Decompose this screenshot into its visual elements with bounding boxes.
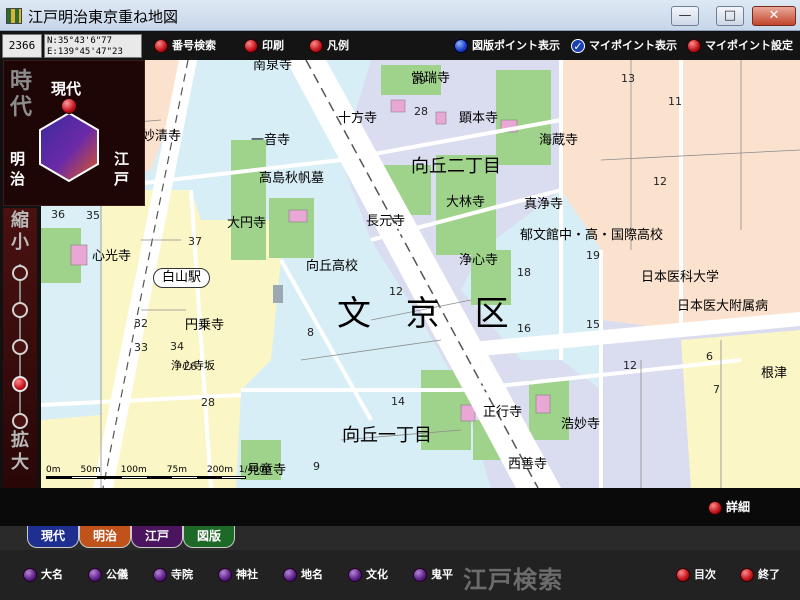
- era-tabs: 現代 明治 江戸 図版: [0, 526, 800, 550]
- label-jippoji[interactable]: 十方寺: [338, 107, 377, 126]
- bottom-bar: 大名 公儀 寺院 神社 地名 文化 鬼平 江戸検索 目次 終了: [0, 550, 800, 600]
- label-kenponji[interactable]: 顕本寺: [459, 107, 498, 126]
- map-number: 2366: [2, 34, 42, 58]
- maximize-button[interactable]: □: [716, 6, 744, 26]
- district-label-2: 向丘二丁目: [411, 156, 501, 177]
- base-point-toggle[interactable]: 図版ポイント表示: [454, 37, 560, 55]
- title-bar: 江戸明治東京重ね地図 — □ ✕: [0, 0, 800, 31]
- checkmark-icon: ✓: [571, 39, 585, 53]
- label-myoseiji[interactable]: 妙清寺: [142, 125, 181, 144]
- ward-label: 文 京 区: [337, 294, 521, 334]
- label-daienji[interactable]: 大円寺: [227, 212, 266, 231]
- detail-button[interactable]: 詳細: [708, 498, 750, 515]
- coordinate-box: 2366 N:35°43'6"77 E:139°45'47"23: [2, 34, 142, 58]
- scale-bar: 0m 50m 100m 75m 200m 1/4000: [46, 465, 270, 479]
- latitude: N:35°43'6"77: [47, 36, 113, 46]
- close-button[interactable]: ✕: [752, 6, 796, 26]
- zoom-step-4[interactable]: [12, 376, 28, 392]
- era-title: 時代: [10, 69, 33, 120]
- tab-edo[interactable]: 江戸: [131, 526, 183, 548]
- purple-dot-icon: [413, 568, 427, 582]
- purple-dot-icon: [23, 568, 37, 582]
- longitude: E:139°45'47"23: [47, 47, 123, 57]
- label-nanzenji[interactable]: 南泉寺: [253, 60, 292, 73]
- zoom-step-1[interactable]: [12, 265, 28, 281]
- red-dot-icon: [708, 500, 722, 515]
- zoom-step-2[interactable]: [12, 302, 28, 318]
- era-label-meiji[interactable]: 明治: [10, 149, 30, 189]
- legend-button[interactable]: 凡例: [309, 37, 349, 55]
- category-daimyo-button[interactable]: 大名: [23, 568, 63, 582]
- category-placename-button[interactable]: 地名: [283, 568, 323, 582]
- label-nms-hosp[interactable]: 日本医大附属病: [677, 295, 768, 314]
- label-nms-univ[interactable]: 日本医科大学: [641, 266, 719, 285]
- lat-lon-readout: N:35°43'6"77 E:139°45'47"23: [44, 34, 142, 58]
- red-dot-icon: [687, 39, 701, 53]
- label-shogyoji[interactable]: 正行寺: [483, 401, 522, 420]
- label-shinkoji[interactable]: 心光寺: [92, 245, 131, 264]
- zoom-step-3[interactable]: [12, 339, 28, 355]
- station-label[interactable]: 白山駅: [153, 268, 211, 288]
- label-chogenji[interactable]: 長元寺: [366, 210, 405, 229]
- era-label-edo[interactable]: 江戸: [114, 149, 134, 189]
- era-selector-panel[interactable]: 時代 現代 明治 江戸: [3, 60, 145, 206]
- app-icon: [6, 8, 22, 24]
- purple-dot-icon: [283, 568, 297, 582]
- my-point-settings-button[interactable]: マイポイント設定: [687, 37, 793, 55]
- label-nezu[interactable]: 根津: [761, 362, 787, 381]
- red-dot-icon: [740, 568, 754, 582]
- info-strip: 詳細: [0, 488, 800, 528]
- red-dot-icon: [154, 39, 168, 53]
- category-shrine-button[interactable]: 神社: [218, 568, 258, 582]
- app-window: 江戸明治東京重ね地図 — □ ✕ 2366 N:35°43'6"77 E:139…: [0, 0, 800, 600]
- label-shinjoji[interactable]: 真浄寺: [524, 193, 563, 212]
- label-komyoji[interactable]: 浩妙寺: [561, 413, 600, 432]
- tab-gendai[interactable]: 現代: [27, 526, 79, 548]
- purple-dot-icon: [218, 568, 232, 582]
- label-kaizouji[interactable]: 海蔵寺: [539, 129, 578, 148]
- label-bunkyo-school[interactable]: 郁文館中・高・国際高校: [520, 224, 663, 243]
- district-label-1: 向丘一丁目: [342, 425, 432, 446]
- toolbar: 2366 N:35°43'6"77 E:139°45'47"23 番号検索 印刷…: [0, 32, 800, 60]
- red-dot-icon: [676, 568, 690, 582]
- era-knob[interactable]: [61, 98, 77, 114]
- purple-dot-icon: [88, 568, 102, 582]
- label-enjoji[interactable]: 円乗寺: [185, 314, 224, 333]
- zoom-in-label[interactable]: 拡大: [6, 430, 34, 474]
- label-saizenji[interactable]: 西善寺: [508, 453, 547, 472]
- zoom-step-5[interactable]: [12, 413, 28, 429]
- category-temple-button[interactable]: 寺院: [153, 568, 193, 582]
- print-button[interactable]: 印刷: [244, 37, 284, 55]
- era-label-gendai[interactable]: 現代: [51, 78, 81, 99]
- my-point-toggle[interactable]: ✓ マイポイント表示: [571, 37, 677, 55]
- category-onihei-button[interactable]: 鬼平: [413, 568, 453, 582]
- tab-zuhan[interactable]: 図版: [183, 526, 235, 548]
- purple-dot-icon: [153, 568, 167, 582]
- exit-button[interactable]: 終了: [740, 568, 780, 582]
- label-joshinji[interactable]: 浄心寺: [459, 249, 498, 268]
- map-view[interactable]: 常瑞寺 顕本寺 十方寺 海蔵寺 一音寺 妙清寺 高島秋帆墓 大円寺 大林寺 真浄…: [41, 60, 800, 488]
- edo-search-button[interactable]: 江戸検索: [463, 560, 563, 595]
- index-button[interactable]: 目次: [676, 568, 716, 582]
- blue-dot-icon: [454, 39, 468, 53]
- category-kogi-button[interactable]: 公儀: [88, 568, 128, 582]
- label-mukogaoka-hs[interactable]: 向丘高校: [306, 255, 358, 274]
- zoom-out-label[interactable]: 縮小: [6, 210, 34, 254]
- zoom-panel: 縮小 拡大: [3, 208, 37, 488]
- purple-dot-icon: [348, 568, 362, 582]
- red-dot-icon: [309, 39, 323, 53]
- label-takashima[interactable]: 高島秋帆墓: [259, 167, 324, 186]
- label-ichionji[interactable]: 一音寺: [251, 129, 290, 148]
- era-hexagon[interactable]: [38, 111, 100, 183]
- label-daikinji[interactable]: 大林寺: [446, 191, 485, 210]
- tab-meiji[interactable]: 明治: [79, 526, 131, 548]
- minimize-button[interactable]: —: [671, 6, 699, 26]
- window-title: 江戸明治東京重ね地図: [28, 8, 179, 26]
- category-culture-button[interactable]: 文化: [348, 568, 388, 582]
- number-search-button[interactable]: 番号検索: [154, 37, 216, 55]
- red-dot-icon: [244, 39, 258, 53]
